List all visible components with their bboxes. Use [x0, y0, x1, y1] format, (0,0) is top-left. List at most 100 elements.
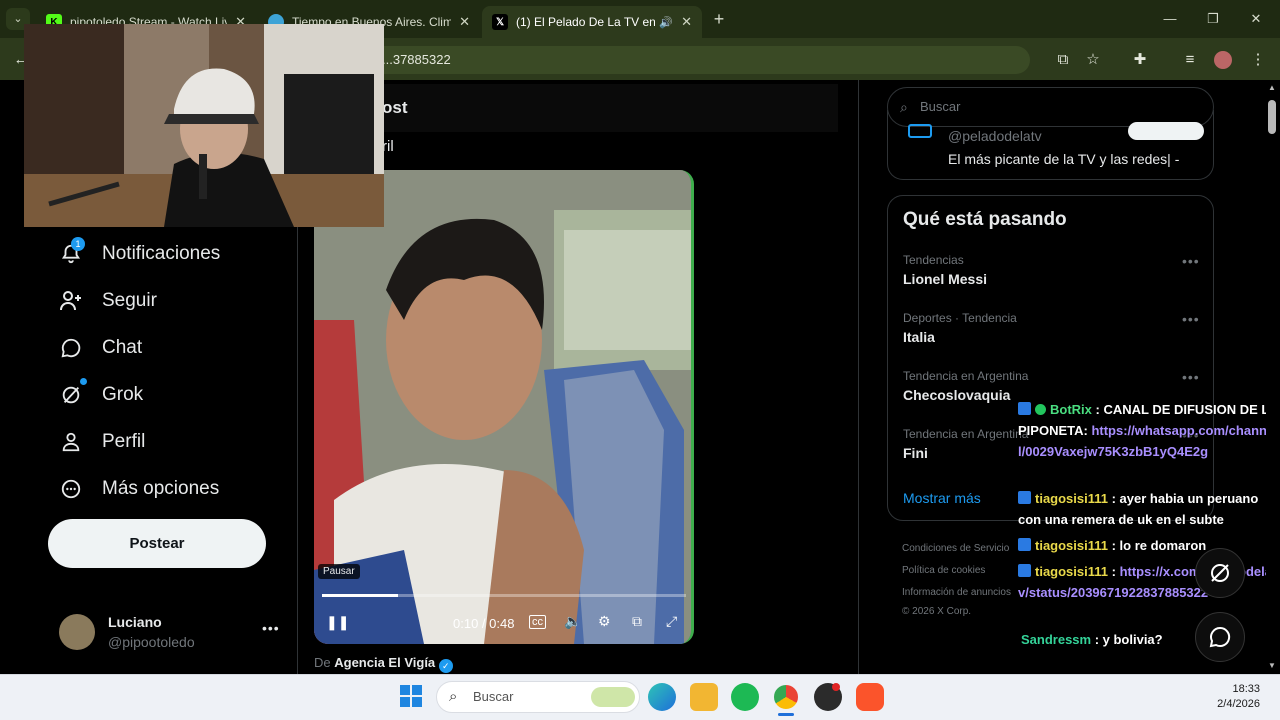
video-player[interactable]: Pausar ❚❚ 0:10 / 0:48 cc 🔈 ⚙ ⧉ ⤢: [314, 170, 694, 644]
taskbar-search[interactable]: ⌕ Buscar: [436, 681, 640, 713]
footer-copyright: © 2026 X Corp.: [902, 606, 972, 617]
chat-icon: [58, 335, 84, 361]
chat-message: BotRix : CANAL DE DIFUSION DE LA PIPONET…: [1018, 402, 1279, 459]
sub-badge-icon: [1018, 491, 1031, 504]
maximize-button[interactable]: ❐: [1200, 8, 1226, 30]
taskbar: [0, 674, 1280, 720]
profile-avatar-icon[interactable]: [1210, 47, 1236, 73]
messages-float-button[interactable]: [1195, 612, 1245, 662]
fullscreen-icon[interactable]: ⤢: [666, 613, 677, 630]
spotify-icon[interactable]: [731, 683, 759, 711]
sub-badge-icon: [1018, 564, 1031, 577]
sidebar-item-seguir[interactable]: Seguir: [58, 281, 157, 321]
right-divider: [858, 80, 859, 674]
trend-name[interactable]: Fini: [903, 445, 928, 461]
post-button[interactable]: Postear: [48, 519, 266, 568]
footer-link[interactable]: Política de cookies: [902, 565, 985, 576]
settings-gear-icon[interactable]: ⚙: [598, 613, 611, 630]
sidebar-item-mas-opciones[interactable]: Más opciones: [58, 469, 219, 509]
footer-link[interactable]: Condiciones de Servicio: [902, 543, 1009, 554]
search-highlight-image: [591, 687, 635, 707]
address-bar[interactable]: ...37885322: [300, 46, 1030, 74]
pip-icon[interactable]: ⧉: [632, 613, 642, 630]
trend-more-icon[interactable]: •••: [1182, 311, 1200, 327]
captions-icon[interactable]: cc: [529, 615, 546, 629]
trends-card: Qué está pasando: [887, 195, 1214, 521]
follow-icon: [58, 288, 84, 314]
chat-message: tiagosisi111 : ayer habia un peruano con…: [1018, 491, 1259, 527]
verified-badge-icon: [1035, 404, 1046, 415]
follow-button[interactable]: [1128, 122, 1204, 140]
close-window-button[interactable]: ✕: [1243, 8, 1269, 30]
notification-badge: 1: [71, 237, 85, 251]
pause-tooltip: Pausar: [318, 564, 360, 579]
avatar: [59, 614, 95, 650]
chrome-icon[interactable]: [772, 683, 800, 711]
brave-icon[interactable]: [856, 683, 884, 711]
extensions-icon[interactable]: ✚: [1127, 47, 1153, 73]
scrollbar-thumb[interactable]: [1268, 100, 1276, 134]
chat-bubble-icon: [1209, 626, 1231, 648]
source-line: De Agencia El Vigía ✓: [314, 655, 453, 673]
profile-bio: El más picante de la TV y las redes| -: [948, 151, 1180, 167]
profile-card: @peladodelatv El más picante de la TV y …: [887, 110, 1214, 180]
volume-icon[interactable]: 🔈: [564, 613, 581, 630]
account-name: Luciano: [108, 614, 162, 630]
show-more-link[interactable]: Mostrar más: [903, 490, 981, 506]
page-title: ost: [382, 98, 408, 117]
pause-icon[interactable]: ❚❚: [326, 614, 349, 631]
trend-more-icon[interactable]: •••: [1182, 253, 1200, 269]
scroll-up-icon[interactable]: ▲: [1268, 83, 1276, 92]
search-icon: ⌕: [449, 688, 458, 705]
account-handle: @pipootoledo: [108, 634, 195, 650]
sidebar-item-chat[interactable]: Chat: [58, 328, 142, 368]
video-progress-fill: [322, 594, 399, 597]
sidebar-item-perfil[interactable]: Perfil: [58, 422, 145, 462]
video-progress-track[interactable]: [322, 594, 686, 597]
chat-message: tiagosisi111 : lo re domaron: [1018, 535, 1280, 556]
source-link[interactable]: Agencia El Vigía: [334, 655, 435, 670]
profile-card-icon: [908, 124, 932, 138]
x-icon: 𝕏: [492, 14, 508, 30]
minimize-button[interactable]: —: [1157, 8, 1183, 30]
close-tab-icon[interactable]: ✕: [681, 14, 692, 30]
video-frame: [314, 170, 691, 644]
scroll-down-icon[interactable]: ▼: [1268, 661, 1276, 670]
close-tab-icon[interactable]: ✕: [459, 14, 470, 30]
webcam-overlay: [24, 24, 384, 227]
browser-menu-icon[interactable]: ⋮: [1245, 47, 1271, 73]
system-clock[interactable]: 18:33 2/4/2026: [1200, 682, 1260, 712]
edge-icon[interactable]: [648, 683, 676, 711]
video-time: 0:10 / 0:48: [453, 616, 515, 631]
sidebar-item-grok[interactable]: Grok: [58, 375, 143, 415]
trend-meta: Deportes · Tendencia: [903, 311, 1017, 325]
trend-meta: Tendencia en Argentina: [903, 369, 1029, 383]
bookmark-star-icon[interactable]: ☆: [1080, 47, 1106, 73]
grok-dot: [80, 378, 87, 385]
page-scrollbar[interactable]: [1266, 80, 1280, 674]
footer-link[interactable]: Información de anuncios: [902, 587, 1011, 598]
webcam-frame: [24, 24, 384, 227]
trend-meta: Tendencias: [903, 253, 964, 267]
windows-start-icon[interactable]: [400, 685, 422, 707]
verified-badge-icon: ✓: [438, 659, 453, 673]
trend-meta: Tendencia en Argentina: [903, 427, 1029, 441]
more-icon: [58, 476, 84, 502]
grok-icon: [58, 382, 84, 408]
account-switcher[interactable]: Luciano @pipootoledo •••: [48, 600, 288, 660]
sub-badge-icon: [1018, 538, 1031, 551]
tab-x[interactable]: 𝕏 (1) El Pelado De La TV en X: 🔊 ✕: [482, 6, 702, 38]
file-explorer-icon[interactable]: [690, 683, 718, 711]
trend-name[interactable]: Italia: [903, 329, 935, 345]
speaker-icon[interactable]: 🔊: [659, 16, 673, 29]
media-controls-icon[interactable]: ≡: [1177, 47, 1203, 73]
bot-badge-icon: [1018, 402, 1031, 415]
trend-name[interactable]: Checoslovaquia: [903, 387, 1010, 403]
trend-name[interactable]: Lionel Messi: [903, 271, 987, 287]
trend-more-icon[interactable]: •••: [1182, 369, 1200, 385]
person-icon: [58, 429, 84, 455]
new-tab-button[interactable]: +: [709, 8, 729, 30]
grok-float-button[interactable]: [1195, 548, 1245, 598]
more-dots-icon[interactable]: •••: [262, 620, 280, 636]
install-app-icon[interactable]: ⧉: [1050, 47, 1076, 73]
